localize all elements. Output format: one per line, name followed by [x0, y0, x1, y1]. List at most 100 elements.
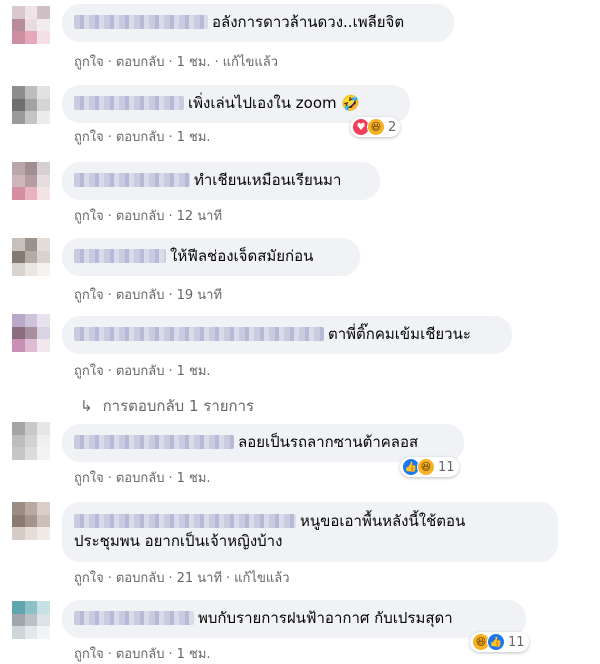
avatar-pixel	[12, 238, 25, 251]
reply-link[interactable]: ตอบกลับ	[116, 288, 165, 303]
avatar[interactable]	[12, 422, 50, 460]
avatar-pixel	[12, 447, 25, 460]
reply-link[interactable]: ตอบกลับ	[116, 55, 165, 70]
avatar-pixel	[12, 339, 25, 352]
blurred-username[interactable]	[74, 514, 296, 528]
timestamp[interactable]: 1 ชม.	[177, 647, 211, 662]
blurred-username[interactable]	[74, 435, 234, 449]
avatar-pixel	[37, 111, 50, 124]
like-link[interactable]: ถูกใจ	[74, 471, 104, 486]
reply-link[interactable]: ตอบกลับ	[116, 130, 165, 145]
avatar-pixel	[12, 613, 25, 627]
avatar-pixel	[37, 314, 50, 327]
comment-text: เพิ่งเล่นไปเองใน zoom 🤣	[188, 94, 361, 112]
reaction-summary[interactable]: 😆 👍 11	[470, 632, 529, 652]
view-replies-link[interactable]: ↳ การตอบกลับ 1 รายการ	[80, 394, 254, 418]
timestamp[interactable]: 1 ชม.	[177, 55, 211, 70]
avatar[interactable]	[12, 6, 50, 44]
reply-link[interactable]: ตอบกลับ	[116, 571, 165, 586]
comment-text: ตาพี่ติ๊กคมเข้มเชียวนะ	[328, 325, 471, 343]
avatar-pixel	[24, 238, 38, 251]
like-link[interactable]: ถูกใจ	[74, 647, 104, 662]
like-link[interactable]: ถูกใจ	[74, 364, 104, 379]
like-link[interactable]: ถูกใจ	[74, 130, 104, 145]
avatar-pixel	[37, 613, 50, 627]
reply-link[interactable]: ตอบกลับ	[116, 364, 165, 379]
avatar[interactable]	[12, 162, 50, 200]
avatar-pixel	[12, 162, 25, 175]
reaction-summary[interactable]: 👍 😆 11	[400, 457, 459, 477]
blurred-username[interactable]	[74, 249, 166, 263]
avatar-pixel	[24, 527, 38, 540]
timestamp[interactable]: 1 ชม.	[177, 364, 211, 379]
avatar-pixel	[12, 86, 25, 99]
avatar-pixel	[12, 422, 25, 435]
timestamp[interactable]: 21 นาที	[177, 571, 222, 586]
timestamp[interactable]: 1 ชม.	[177, 130, 211, 145]
avatar-pixel	[24, 31, 38, 44]
reaction-count: 2	[388, 119, 397, 135]
like-link[interactable]: ถูกใจ	[74, 209, 104, 224]
comment-text-line1: หนูขอเอาพื้นหลังนี้ใช้ตอน	[300, 512, 466, 530]
like-link[interactable]: ถูกใจ	[74, 55, 104, 70]
reply-link[interactable]: ตอบกลับ	[116, 471, 165, 486]
haha-icon: 😆	[367, 118, 385, 136]
avatar-pixel	[24, 601, 38, 614]
timestamp[interactable]: 1 ชม.	[177, 471, 211, 486]
avatar-pixel	[24, 514, 38, 528]
edited-label[interactable]: แก้ไขแล้ว	[234, 571, 289, 586]
avatar-pixel	[37, 626, 50, 639]
avatar-pixel	[12, 326, 25, 340]
avatar-pixel	[37, 422, 50, 435]
avatar-pixel	[37, 502, 50, 515]
avatar-pixel	[12, 6, 25, 19]
comment-text: พบกับรายการฝนฟ้าอากาศ กับเปรมสุดา	[198, 609, 453, 627]
timestamp[interactable]: 12 นาที	[177, 209, 222, 224]
avatar-pixel	[24, 326, 38, 340]
like-icon: 👍	[487, 633, 505, 651]
avatar[interactable]	[12, 238, 50, 276]
comment-bubble: ทำเชียนเหมือนเรียนมา	[62, 162, 380, 200]
avatar-pixel	[37, 250, 50, 264]
blurred-username[interactable]	[74, 327, 324, 341]
avatar[interactable]	[12, 601, 50, 639]
avatar-pixel	[37, 174, 50, 188]
comment-bubble: ตาพี่ติ๊กคมเข้มเชียวนะ	[62, 316, 512, 354]
reaction-count: 11	[438, 459, 455, 475]
avatar-pixel	[37, 447, 50, 460]
avatar-pixel	[37, 162, 50, 175]
comment-text: ทำเชียนเหมือนเรียนมา	[194, 171, 342, 189]
blurred-username[interactable]	[74, 611, 194, 625]
avatar-pixel	[24, 98, 38, 112]
avatar-pixel	[12, 250, 25, 264]
comment-bubble: ให้ฟีลช่องเจ็ดสมัยก่อน	[62, 238, 360, 276]
avatar-pixel	[37, 6, 50, 19]
blurred-username[interactable]	[74, 173, 190, 187]
avatar-pixel	[24, 613, 38, 627]
blurred-username[interactable]	[74, 96, 184, 110]
comment-actions: ถูกใจ · ตอบกลับ · 1 ชม. · แก้ไขแล้ว	[74, 55, 278, 70]
avatar-pixel	[12, 263, 25, 276]
avatar-pixel	[37, 527, 50, 540]
avatar-pixel	[37, 18, 50, 32]
comment-text: ให้ฟีลช่องเจ็ดสมัยก่อน	[170, 247, 314, 265]
avatar-pixel	[37, 601, 50, 614]
comment-actions: ถูกใจ · ตอบกลับ · 1 ชม.	[74, 647, 211, 662]
haha-icon: 😆	[417, 458, 435, 476]
avatar-pixel	[24, 174, 38, 188]
avatar-pixel	[12, 626, 25, 639]
avatar-pixel	[24, 263, 38, 276]
like-link[interactable]: ถูกใจ	[74, 288, 104, 303]
avatar[interactable]	[12, 86, 50, 124]
edited-label[interactable]: แก้ไขแล้ว	[223, 55, 278, 70]
avatar[interactable]	[12, 502, 50, 540]
reaction-count: 11	[508, 634, 525, 650]
like-link[interactable]: ถูกใจ	[74, 571, 104, 586]
avatar[interactable]	[12, 314, 50, 352]
comment-actions: ถูกใจ · ตอบกลับ · 21 นาที · แก้ไขแล้ว	[74, 571, 290, 586]
blurred-username[interactable]	[74, 15, 208, 29]
reaction-summary[interactable]: ♥ 😆 2	[350, 117, 401, 137]
reply-link[interactable]: ตอบกลับ	[116, 209, 165, 224]
reply-link[interactable]: ตอบกลับ	[116, 647, 165, 662]
timestamp[interactable]: 19 นาที	[177, 288, 222, 303]
